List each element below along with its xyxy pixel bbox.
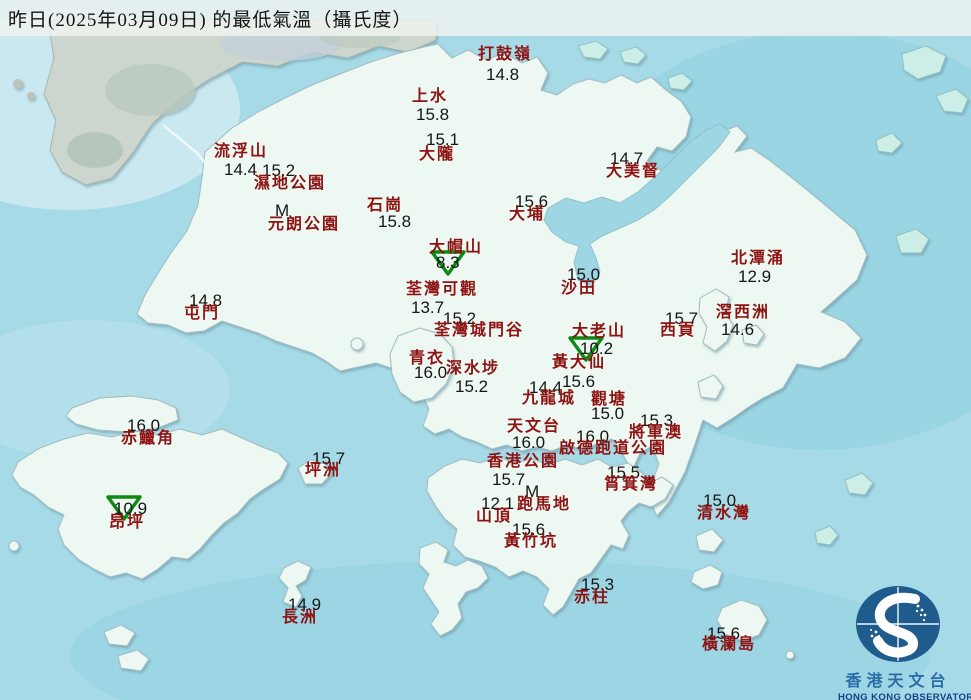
- hko-logo-english: HONG KONG OBSERVATORY: [838, 692, 971, 700]
- station-value: 16.0: [512, 433, 546, 452]
- station-name-label: 赤柱: [574, 589, 611, 606]
- station-value: 14.6: [721, 320, 755, 339]
- station-name-label: 石崗: [367, 197, 404, 214]
- station-name-label: 黃大仙: [552, 354, 607, 371]
- station-name-label: 黃竹坑: [504, 533, 559, 550]
- station-value: 15.8: [378, 212, 412, 231]
- station-name-label: 大美督: [606, 163, 661, 180]
- station-name-label: 荃灣城門谷: [434, 322, 525, 339]
- station-name-label: 天文台: [507, 418, 562, 435]
- station-name-label: 橫瀾島: [702, 636, 757, 653]
- station-name-label: 赤鱲角: [121, 430, 176, 447]
- station-name-label: 啟德跑道公園: [559, 440, 668, 457]
- station-name-label: 西貢: [660, 322, 697, 339]
- station-name-label: 將軍澳: [629, 424, 684, 441]
- station-name-label: 筲箕灣: [604, 476, 659, 493]
- station-value: 15.6: [562, 372, 596, 391]
- station-value: 8.3: [436, 253, 460, 272]
- station-value: 15.7: [492, 470, 526, 489]
- sea-deep-south: [70, 560, 930, 700]
- station-name-label: 屯門: [184, 305, 221, 322]
- station-name-label: 打鼓嶺: [478, 46, 533, 63]
- hko-logo-icon: [856, 586, 940, 662]
- station-name-label: 山頂: [476, 508, 513, 525]
- station-name-label: 沙田: [561, 280, 598, 297]
- hko-logo-chinese: 香港天文台: [845, 673, 951, 690]
- map-title: 昨日(2025年03月09日) 的最低氣溫（攝氏度）: [8, 10, 413, 31]
- station-name-label: 九龍城: [522, 390, 577, 407]
- station-name-label: 深水埗: [446, 360, 501, 377]
- station-value: 14.8: [486, 65, 520, 84]
- station-value: 12.9: [738, 267, 772, 286]
- station-name-label: 昂坪: [109, 514, 146, 531]
- station-name-label: 跑馬地: [517, 496, 572, 513]
- station-name-label: 香港公園: [487, 453, 560, 470]
- station-name-label: 大埔: [509, 206, 546, 223]
- station-name-label: 流浮山: [214, 143, 269, 160]
- station-name-label: 大帽山: [429, 239, 484, 256]
- map-canvas: 昨日(2025年03月09日) 的最低氣溫（攝氏度） 14.8 打鼓嶺 15.8 上水…: [0, 0, 971, 700]
- map-geography: [0, 0, 971, 700]
- station-name-label: 大隴: [419, 146, 456, 163]
- station-name-label: 北潭涌: [731, 250, 786, 267]
- station-name-label: 滘西洲: [716, 304, 771, 321]
- hko-logo: 香港天文台 HONG KONG OBSERVATORY: [838, 584, 971, 700]
- station-name-label: 荃灣可觀: [406, 281, 479, 298]
- station-name-label: 清水灣: [697, 505, 752, 522]
- station-name-label: 元朗公園: [268, 216, 341, 233]
- station-value: 13.7: [411, 298, 445, 317]
- station-name-label: 上水: [412, 88, 449, 105]
- station-name-label: 長洲: [282, 609, 319, 626]
- station-name-label: 大老山: [572, 323, 627, 340]
- station-value: 15.2: [455, 377, 489, 396]
- station-value: 14.4: [224, 160, 258, 179]
- station-name-label: 坪洲: [305, 462, 342, 479]
- station-value: 15.8: [416, 105, 450, 124]
- station-name-label: 濕地公園: [254, 175, 327, 192]
- station-name-label: 青衣: [409, 350, 446, 367]
- station-name-label: 觀塘: [591, 391, 628, 408]
